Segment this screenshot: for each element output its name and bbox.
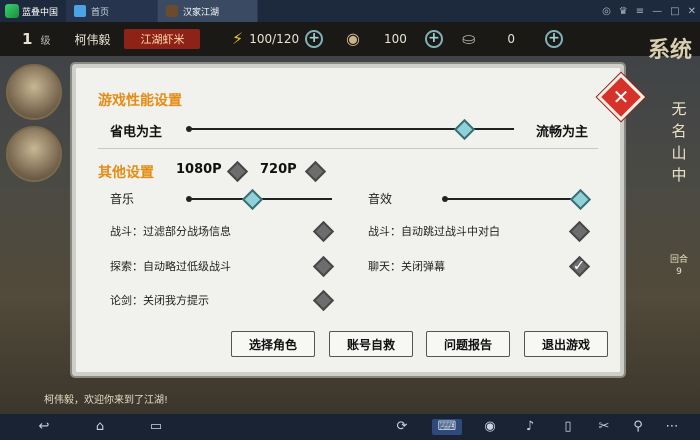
emulator-titlebar: 蓝叠中国 首页 汉家江湖 ◎ ♛ ≡ — □ ✕ [0, 0, 700, 22]
location-char-2: 名 [671, 122, 687, 140]
add-coin-button[interactable]: + [424, 29, 443, 48]
hero-avatar-1[interactable] [6, 64, 62, 120]
checkmark-icon: ✓ [572, 256, 586, 275]
keyboard-icon[interactable]: ⌨ [432, 419, 462, 435]
settings-dialog: 游戏性能设置 省电为主 流畅为主 其他设置 1080P 720P 音乐 音效 战… [72, 64, 624, 376]
close-icon: ✕ [612, 85, 630, 109]
stamina-value: 100/120 [249, 31, 300, 46]
section-divider [98, 148, 598, 149]
tab-game[interactable]: 汉家江湖 [158, 0, 258, 22]
ingot-icon: ⛀ [462, 29, 476, 48]
menu-icon[interactable]: ≡ [636, 6, 644, 17]
emulator-brand: 蓝叠中国 [0, 0, 66, 22]
brand-label: 蓝叠中国 [22, 7, 59, 18]
coin-resource: ◉ 100 + [346, 29, 443, 48]
add-ingot-button[interactable]: + [545, 29, 564, 48]
sfx-label: 音效 [368, 192, 393, 206]
option-checkbox[interactable] [568, 220, 591, 243]
ingot-resource: ⛀ 0 + [462, 29, 564, 48]
res-720-label: 720P [260, 162, 297, 177]
sfx-slider-knob[interactable] [569, 188, 591, 211]
tab-home-label: 首页 [91, 7, 110, 18]
hero-avatar-2[interactable] [6, 126, 62, 182]
coin-icon: ◉ [346, 29, 360, 48]
skin-icon[interactable]: ♛ [619, 6, 628, 17]
option-label: 聊天：关闭弹幕 [368, 260, 445, 273]
res-1080-label: 1080P [176, 162, 222, 177]
location-char-4: 中 [671, 166, 687, 184]
player-title-badge: 江湖虾米 [124, 29, 201, 49]
home-icon [74, 5, 86, 17]
ingot-value: 0 [507, 31, 516, 46]
android-navbar: ↩ ⌂ ▭ ⟳ ⌨ ◉ ♪ ▯ ✂ ⚲ ⋯ [0, 414, 700, 440]
tab-game-label: 汉家江湖 [183, 7, 220, 18]
music-slider-knob[interactable] [241, 188, 263, 211]
level-unit: 级 [40, 35, 51, 47]
more-icon[interactable]: ⋯ [664, 419, 680, 435]
stamina-resource: ⚡ 100/120 + [232, 29, 324, 48]
option-label: 探索：自动略过低级战斗 [110, 260, 231, 273]
lightning-icon: ⚡ [232, 29, 244, 48]
coin-value: 100 [383, 31, 407, 46]
add-stamina-button[interactable]: + [305, 29, 324, 48]
round-indicator: 回合 9 [658, 254, 700, 278]
perf-section-title: 游戏性能设置 [98, 93, 182, 109]
perf-slider-knob[interactable] [453, 118, 476, 141]
account-icon[interactable]: ◎ [602, 6, 611, 17]
option-label: 战斗：自动跳过战斗中对白 [368, 225, 500, 238]
minimize-icon[interactable]: — [652, 6, 662, 17]
bluestacks-logo-icon [5, 4, 19, 18]
chat-message: 柯伟毅，欢迎你来到了江湖! [44, 395, 169, 406]
power-saving-label: 省电为主 [110, 125, 163, 140]
round-label: 回合 [669, 255, 688, 265]
exit-game-button[interactable]: 退出游戏 [524, 331, 608, 357]
music-label: 音乐 [110, 192, 135, 206]
location-label: 无 名 山 中 [658, 98, 700, 186]
back-icon[interactable]: ↩ [36, 419, 52, 435]
player-name: 柯伟毅 [74, 32, 111, 47]
option-checkbox[interactable] [312, 220, 335, 243]
home-nav-icon[interactable]: ⌂ [92, 419, 108, 435]
other-section-title: 其他设置 [98, 165, 154, 181]
location-char-3: 山 [671, 144, 687, 162]
select-role-button[interactable]: 选择角色 [231, 331, 315, 357]
recent-apps-icon[interactable]: ▭ [148, 419, 164, 435]
option-checkbox[interactable] [312, 289, 335, 312]
tab-home[interactable]: 首页 [66, 0, 158, 22]
option-label: 论剑：关闭我方提示 [110, 294, 209, 307]
game-topbar: 1 级 柯伟毅 江湖虾米 ⚡ 100/120 + ◉ 100 + ⛀ 0 + [0, 22, 700, 56]
game-app-icon [166, 5, 178, 17]
system-button[interactable]: 系统 [640, 22, 700, 74]
round-value: 9 [676, 267, 682, 277]
account-rescue-button[interactable]: 账号自救 [329, 331, 413, 357]
window-controls: ◎ ♛ ≡ — □ ✕ [602, 0, 696, 22]
res-1080-checkbox[interactable] [226, 160, 249, 183]
eye-icon[interactable]: ◉ [482, 419, 498, 435]
report-button[interactable]: 问题报告 [426, 331, 510, 357]
option-checkbox-checked[interactable]: ✓ [568, 255, 591, 278]
smooth-label: 流畅为主 [536, 125, 589, 140]
location-pin-icon[interactable]: ⚲ [630, 419, 646, 435]
scissors-icon[interactable]: ✂ [596, 419, 612, 435]
sfx-slider-track [444, 198, 588, 200]
screen-rotate-icon[interactable]: ⟳ [394, 419, 410, 435]
volume-icon[interactable]: ♪ [522, 419, 538, 435]
player-level: 1 [22, 30, 33, 48]
res-720-checkbox[interactable] [304, 160, 327, 183]
maximize-icon[interactable]: □ [670, 6, 679, 17]
close-window-icon[interactable]: ✕ [688, 6, 696, 17]
option-checkbox[interactable] [312, 255, 335, 278]
phone-icon[interactable]: ▯ [560, 419, 576, 435]
option-label: 战斗：过滤部分战场信息 [110, 225, 231, 238]
location-char-1: 无 [671, 100, 687, 118]
